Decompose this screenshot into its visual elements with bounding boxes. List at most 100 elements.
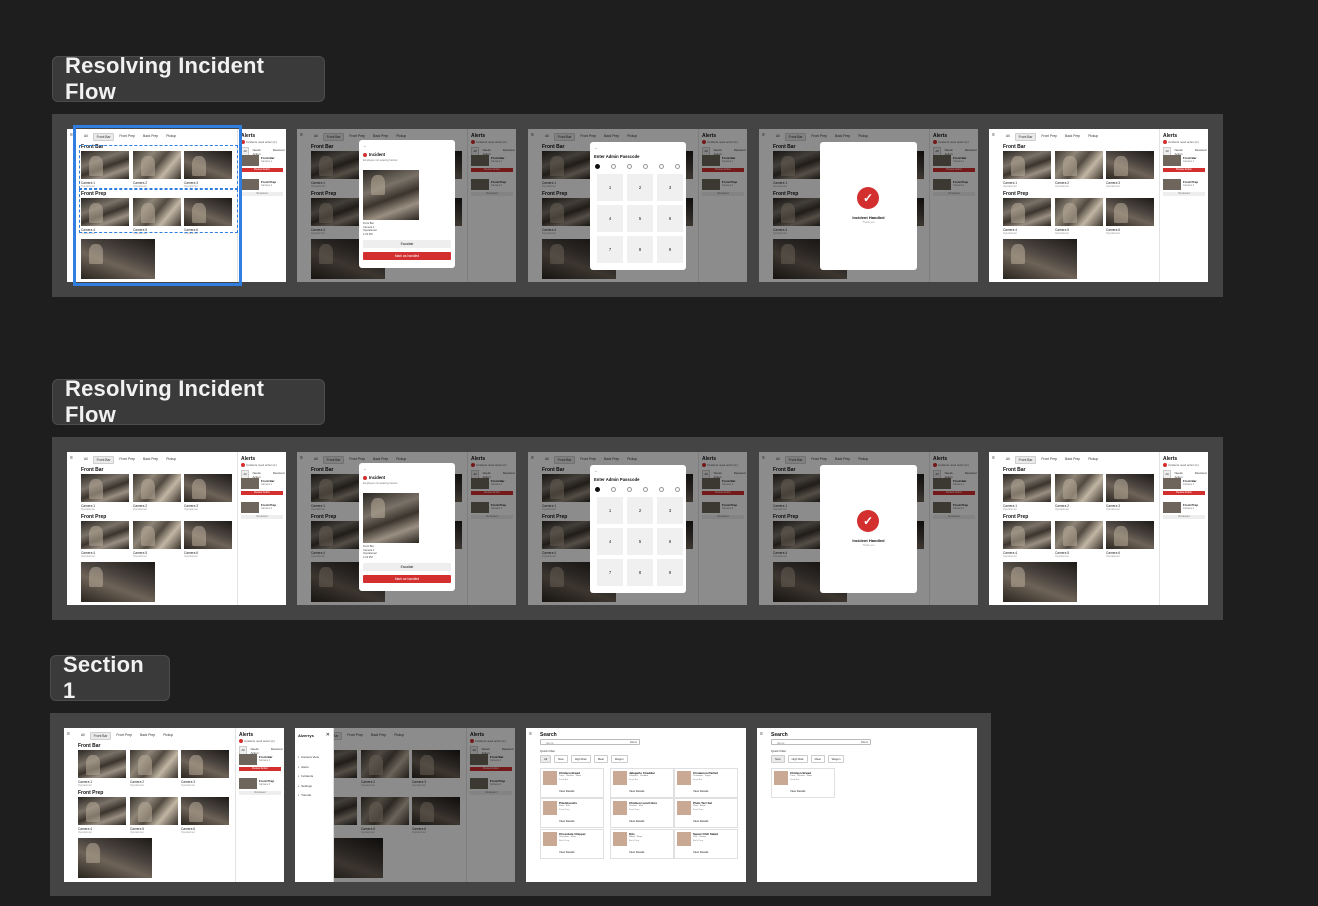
camera-feed-4[interactable] [1003,521,1051,549]
view-details-button[interactable]: View Details [629,819,644,823]
camera-feed-3[interactable] [184,474,232,502]
tab-0[interactable]: All [1003,456,1013,464]
view-details-button[interactable]: View Details [629,789,644,793]
tab-0[interactable]: All [81,456,91,464]
tab-1[interactable]: Front Bar [1014,133,1037,141]
back-icon[interactable]: ← [363,143,367,148]
alert-action-button[interactable]: Review Action [239,767,281,771]
frame-r2-c4[interactable]: ≡ All Front Bar Front Prep Back Prep Pickup Fr… [759,452,978,605]
filter-button[interactable]: Filters [630,740,637,746]
alert-action-button[interactable]: Reviewed [239,791,281,795]
key-6[interactable]: 6 [657,205,683,232]
camera-feed-1[interactable] [78,750,126,778]
camera-feed-2[interactable] [130,750,178,778]
menu-icon[interactable]: ≡ [70,455,73,461]
camera-feed-6[interactable] [181,797,229,825]
tab-4[interactable]: Pickup [160,732,176,740]
key-8[interactable]: 8 [627,236,653,263]
filter-chip-2[interactable]: High Risk [570,755,591,763]
camera-feed-4[interactable] [78,797,126,825]
alert-action-button[interactable]: Review Action [1163,168,1205,172]
filter-chip-3[interactable]: Wagon [827,755,845,763]
alert-card[interactable]: Front Prep Camera 4 Reviewed [241,502,283,520]
tab-1[interactable]: Front Bar [89,732,112,740]
tab-4[interactable]: Pickup [1085,456,1101,464]
key-5[interactable]: 5 [627,528,653,555]
tab-3[interactable]: Back Prep [137,732,158,740]
frame-r1-c2[interactable]: ≡ All Front Bar Front Prep Back Prep Pickup Fr… [297,129,516,282]
tab-3[interactable]: Back Prep [140,456,161,464]
tab-4[interactable]: Pickup [163,456,179,464]
result-card-0[interactable]: Chicken Bread Tuna · Chicken · Naan Front … [540,768,604,798]
view-details-button[interactable]: View Details [693,789,708,793]
tab-3[interactable]: Back Prep [1062,133,1083,141]
frame-r3-c4[interactable]: ≡ Search Items Filters Quick Filter New High R… [757,728,977,882]
sidenav-item-2[interactable]: ▪ Incidents [298,774,313,778]
alert-card[interactable]: Front Bar Camera 1 Review Action [239,754,281,772]
tab-2[interactable]: Front Prep [1038,456,1060,464]
camera-feed-5[interactable] [1055,198,1103,226]
key-9[interactable]: 9 [657,236,683,263]
camera-feed-6[interactable] [184,521,232,549]
key-5[interactable]: 5 [627,205,653,232]
frame-r2-c2[interactable]: ≡ All Front Bar Front Prep Back Prep Pickup Fr… [297,452,516,605]
sidenav-item-3[interactable]: ▪ Settings [298,784,312,788]
tab-4[interactable]: Pickup [1085,133,1101,141]
filter-chip-1[interactable]: High Risk [787,755,808,763]
alert-action-button[interactable]: Review Action [241,168,283,172]
menu-icon[interactable]: ≡ [529,731,532,737]
camera-feed-3[interactable] [1106,474,1154,502]
camera-feed-1[interactable] [1003,474,1051,502]
filter-chip-4[interactable]: Wagon [610,755,628,763]
alert-card[interactable]: Front Bar Camera 1 Review Action [241,478,283,496]
escalate-button[interactable]: Escalate [363,563,451,571]
frame-r3-c3[interactable]: ≡ Search Items Filters Quick Filter All New Hig… [526,728,746,882]
filter-chip-2[interactable]: Meal [810,755,825,763]
filter-button[interactable]: Filters [861,740,868,746]
camera-feed-5[interactable] [130,797,178,825]
key-3[interactable]: 3 [657,497,683,524]
frame-r1-c5[interactable]: ≡ All Front Bar Front Prep Back Prep Pickup Fr… [989,129,1208,282]
search-input[interactable]: Items Filters [540,739,640,745]
key-2[interactable]: 2 [627,174,653,201]
key-4[interactable]: 4 [597,205,623,232]
alert-action-button[interactable]: Review Action [1163,491,1205,495]
close-icon[interactable]: ✕ [326,732,330,738]
camera-feed-large[interactable] [81,562,155,602]
mark-handled-button[interactable]: Mark as handled [363,252,451,260]
camera-feed-6[interactable] [1106,198,1154,226]
alert-card[interactable]: Front Prep Camera 4 Reviewed [1163,179,1205,197]
frame-r2-c5[interactable]: ≡ All Front Bar Front Prep Back Prep Pickup Fr… [989,452,1208,605]
filter-chip-0[interactable]: New [771,755,785,763]
camera-feed-1[interactable] [1003,151,1051,179]
result-card-2[interactable]: Cinnamon Parfait Cinnamon · Sugar Front Ba… [674,768,738,798]
view-details-button[interactable]: View Details [693,850,708,854]
alert-card[interactable]: Front Prep Camera 4 Reviewed [239,778,281,796]
frame-r1-c3[interactable]: ≡ All Front Bar Front Prep Back Prep Pickup Fr… [528,129,747,282]
back-icon[interactable]: ← [594,468,598,473]
tab-2[interactable]: Front Prep [1038,133,1060,141]
view-details-button[interactable]: View Details [629,850,644,854]
view-details-button[interactable]: View Details [693,819,708,823]
filter-chip-0[interactable]: All [540,755,552,763]
tab-1[interactable]: Front Bar [92,456,115,464]
camera-feed-4[interactable] [81,521,129,549]
camera-feed-2[interactable] [133,474,181,502]
view-details-button[interactable]: View Details [790,789,805,793]
key-4[interactable]: 4 [597,528,623,555]
camera-feed-1[interactable] [81,474,129,502]
result-card-7[interactable]: Kits Mixed · Wrap Back Prep View Details [610,829,674,859]
sidenav-item-1[interactable]: ▪ Alerts [298,765,309,769]
frame-r3-c1[interactable]: ≡ All Front Bar Front Prep Back Prep Pickup Fr… [64,728,284,882]
tab-1[interactable]: Front Bar [1014,456,1037,464]
key-1[interactable]: 1 [597,174,623,201]
alert-card[interactable]: Front Prep Camera 4 Reviewed [241,179,283,197]
key-8[interactable]: 8 [627,559,653,586]
key-6[interactable]: 6 [657,528,683,555]
camera-feed-2[interactable] [1055,474,1103,502]
camera-feed-6[interactable] [1106,521,1154,549]
section-label-3[interactable]: Section 1 [50,652,170,703]
camera-feed-5[interactable] [1055,521,1103,549]
frame-r3-c2[interactable]: ≡AllFront BarFront PrepBack PrepPickupFr… [295,728,515,882]
alert-action-button[interactable]: Reviewed [1163,192,1205,196]
